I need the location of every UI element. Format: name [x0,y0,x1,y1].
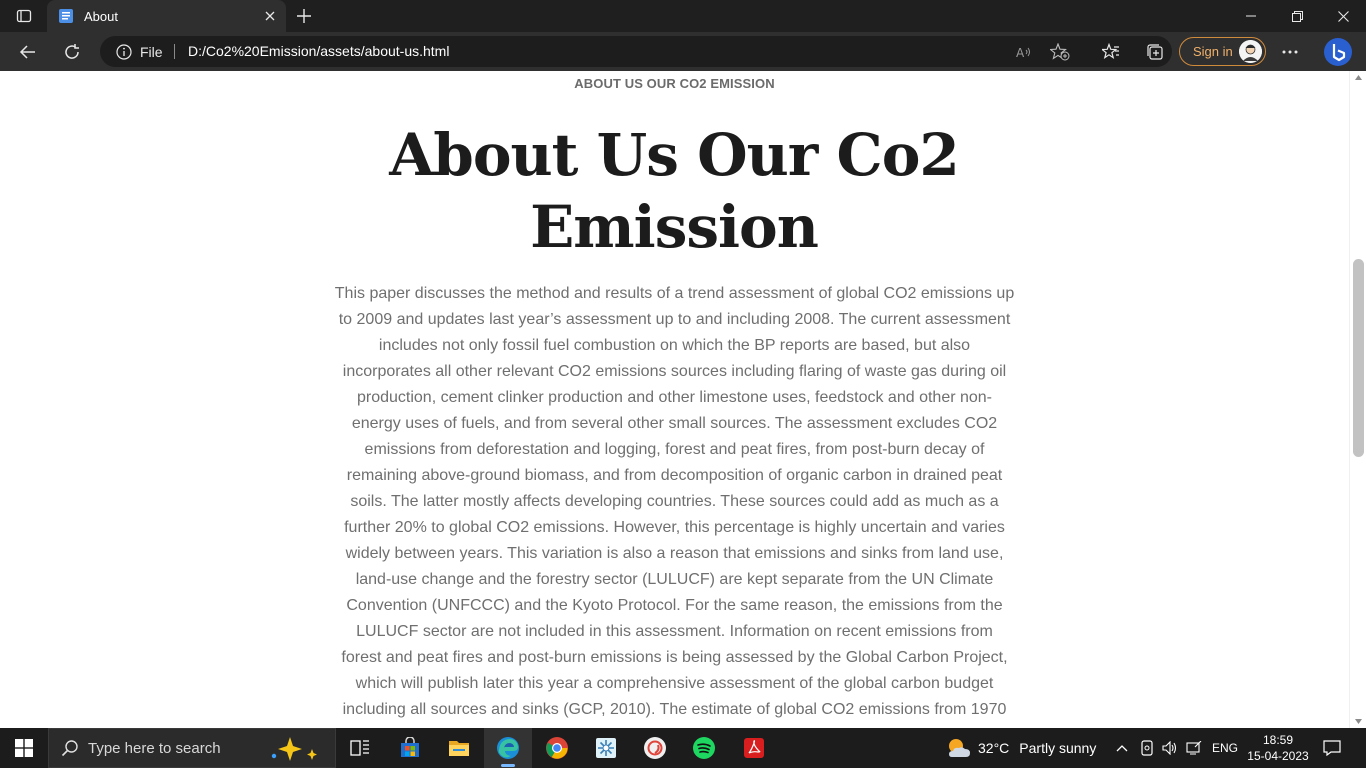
input-language[interactable]: ENG [1212,728,1238,768]
bing-chat-icon[interactable] [1322,36,1354,68]
refresh-icon[interactable] [56,36,88,68]
tab-title: About [84,8,118,24]
restore-icon[interactable] [1274,0,1320,32]
chrome-icon[interactable] [533,728,581,768]
avatar-icon [1239,40,1262,63]
file-explorer-icon[interactable] [435,728,483,768]
site-info-button[interactable]: File [116,36,163,67]
scroll-thumb[interactable] [1353,259,1364,457]
scroll-up-icon[interactable] [1354,73,1363,82]
taskbar-search-input[interactable]: Type here to search [48,728,336,768]
weather-condition: Partly sunny [1019,740,1097,756]
taskbar: Type here to search 32°C Partly sunny EN… [0,728,1366,768]
windows-start-icon[interactable] [0,728,48,768]
tab-actions-icon[interactable] [8,4,40,28]
tab-close-icon[interactable] [262,8,278,24]
show-hidden-icons-chevron-up-icon[interactable] [1114,740,1130,756]
page-scrollbar[interactable] [1349,71,1366,728]
app-circle-icon[interactable] [631,728,679,768]
clock-date: 15-04-2023 [1247,749,1309,763]
weather-temperature: 32°C [978,740,1010,756]
settings-more-icon[interactable] [1274,36,1306,68]
url-text[interactable]: D:/Co2%20Emission/assets/about-us.html [188,36,449,67]
page-viewport: ABOUT US OUR CO2 EMISSION About Us Our C… [0,71,1349,728]
favorites-icon[interactable] [1095,36,1127,68]
address-divider [174,44,175,59]
sign-in-label: Sign in [1193,44,1233,59]
meet-now-icon[interactable] [1139,740,1155,756]
site-info-label: File [140,43,163,60]
collections-icon[interactable] [1139,36,1171,68]
acrobat-icon[interactable] [730,728,778,768]
clock-time: 18:59 [1262,733,1294,747]
weather-widget[interactable]: 32°C Partly sunny [946,728,1096,768]
page-favicon-icon [59,9,73,23]
sign-in-button[interactable]: Sign in [1179,37,1266,66]
new-tab-icon[interactable] [292,4,316,28]
minimize-icon[interactable] [1228,0,1274,32]
task-view-icon[interactable] [336,728,384,768]
snip-sketch-icon[interactable] [582,728,630,768]
title-bar: About [0,0,1366,32]
network-icon[interactable] [1186,740,1202,756]
spotify-icon[interactable] [680,728,728,768]
page-title-line-2: Emission [530,193,819,261]
page-eyebrow: ABOUT US OUR CO2 EMISSION [574,76,775,91]
read-aloud-icon[interactable]: A [1012,40,1036,64]
about-paragraph: This paper discusses the method and resu… [334,285,1015,718]
system-clock[interactable]: 18:59 15-04-2023 [1246,732,1310,764]
volume-icon[interactable] [1162,740,1178,756]
info-icon [116,43,132,60]
notifications-icon[interactable] [1320,736,1344,760]
close-window-icon[interactable] [1320,0,1366,32]
microsoft-store-icon[interactable] [386,728,434,768]
add-favorite-icon[interactable] [1048,40,1072,64]
search-icon [61,740,78,757]
address-bar[interactable]: File D:/Co2%20Emission/assets/about-us.h… [100,36,1172,67]
partly-sunny-icon [949,739,970,757]
browser-toolbar: File D:/Co2%20Emission/assets/about-us.h… [0,32,1366,71]
tab-about[interactable]: About [47,0,286,32]
search-placeholder: Type here to search [88,739,221,757]
edge-icon[interactable] [484,728,532,768]
page-title-line-1: About Us Our Co2 [389,121,959,189]
search-highlight-sparkle-icon [271,737,317,761]
scroll-down-icon[interactable] [1354,717,1363,726]
svg-text:A: A [1016,46,1025,60]
page-title: About Us Our Co2 Emission [374,119,974,263]
back-icon[interactable] [12,36,44,68]
